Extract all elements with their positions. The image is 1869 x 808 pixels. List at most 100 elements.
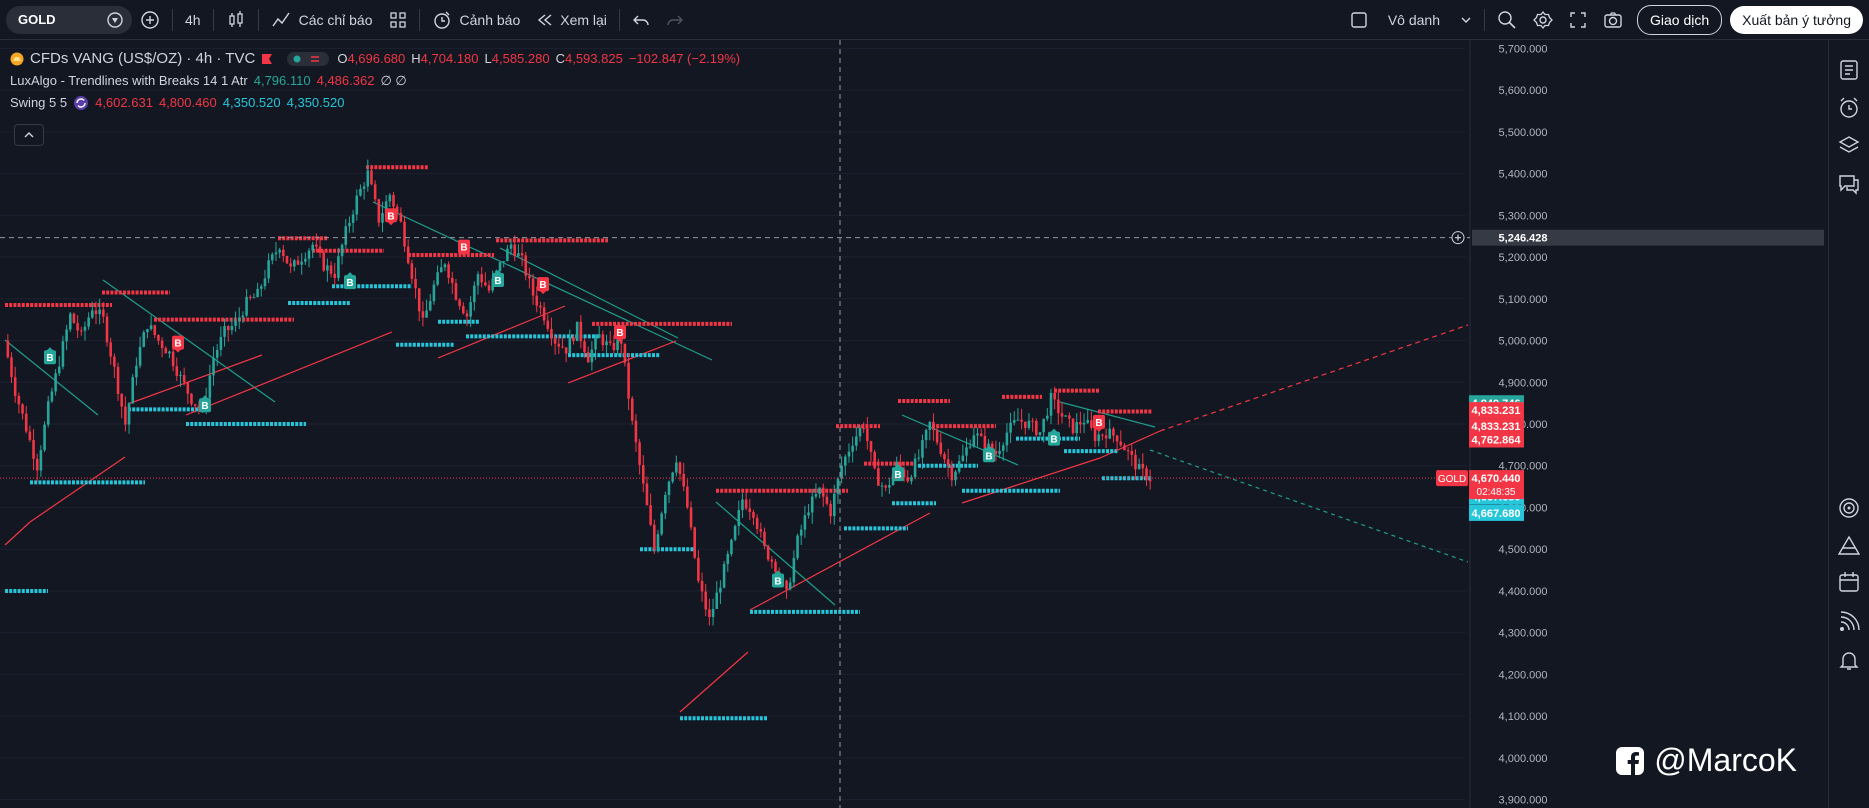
candle-body [46, 401, 50, 425]
candle-body [998, 450, 1001, 455]
indicators-label: Các chỉ báo [298, 11, 373, 28]
candle-body [388, 194, 392, 202]
candle-body [829, 503, 832, 517]
alert-button[interactable]: Cảnh báo [424, 5, 529, 35]
interval-button[interactable]: 4h [177, 5, 209, 35]
candle-body [226, 326, 230, 331]
compare-icon[interactable] [106, 11, 124, 29]
toolbar-divider [1484, 8, 1485, 31]
chevron-down-icon [1460, 14, 1472, 26]
label-text: B [539, 280, 546, 291]
candle-body [623, 343, 627, 363]
indicator-row-swing[interactable]: Swing 5 5 4,602.631 4,800.460 4,350.520 … [10, 92, 740, 114]
candle-body [689, 507, 693, 528]
candle-body [83, 326, 87, 331]
candle-body [61, 341, 65, 367]
indicator-row-trendlines[interactable]: LuxAlgo - Trendlines with Breaks 14 1 At… [10, 70, 740, 92]
candle-body [884, 485, 887, 488]
layout-button[interactable]: Vô danh [1342, 5, 1480, 35]
candle-body [1012, 420, 1016, 423]
candle-body [711, 608, 715, 618]
candle-body [763, 531, 766, 546]
candle-body [315, 244, 318, 247]
candle-body [135, 365, 138, 378]
watchlist-icon[interactable] [1837, 58, 1861, 82]
candle-body [737, 510, 741, 526]
legend-main-row[interactable]: CFDs VANG (US$/OZ) · 4h · TVC O 4,696.680… [10, 48, 740, 70]
templates-button[interactable] [381, 5, 415, 35]
quick-search-button[interactable] [1489, 5, 1525, 35]
candle-body [520, 253, 524, 256]
candle-body [344, 226, 348, 245]
candle-body [377, 199, 381, 223]
candle-body [943, 454, 946, 460]
chart-type-button[interactable] [218, 5, 254, 35]
candle-body [542, 307, 546, 321]
breakout-label: B [537, 277, 549, 295]
redo-button[interactable] [658, 5, 692, 35]
alarm-icon[interactable] [1837, 96, 1861, 120]
candle-body [109, 342, 112, 357]
candle-body [366, 170, 370, 187]
candle-body [484, 282, 487, 286]
undo-button[interactable] [624, 5, 658, 35]
publish-idea-button[interactable]: Xuất bản ý tưởng [1730, 5, 1863, 34]
candle-body [858, 428, 862, 437]
indicators-button[interactable]: Các chỉ báo [263, 5, 381, 35]
calendar-icon[interactable] [1837, 570, 1861, 594]
candle-body [671, 472, 674, 482]
candle-body [6, 340, 10, 358]
flag-icon[interactable] [261, 53, 273, 65]
close-label: C [555, 51, 565, 66]
layers-icon[interactable] [1837, 134, 1861, 158]
candle-body [1115, 435, 1119, 442]
candle-body [862, 428, 865, 430]
square-icon [1350, 11, 1368, 29]
candle-body [182, 375, 186, 383]
chat-icon[interactable] [1837, 172, 1861, 196]
price-chart[interactable]: 5,700.000 5,600.000 5,500.000 5,400.000 5,30… [0, 40, 1829, 808]
fullscreen-button[interactable] [1561, 5, 1595, 35]
candle-body [594, 337, 597, 350]
candle-body [748, 508, 752, 513]
candle-body [557, 343, 561, 347]
candle-body [759, 528, 763, 532]
candle-body [627, 362, 630, 399]
candle-body [744, 499, 748, 509]
candle-body [1023, 421, 1027, 428]
indicator-value: 4,796.110 [253, 73, 311, 88]
candle-body [304, 258, 307, 262]
breakout-label: B [44, 347, 56, 365]
candle-body [968, 446, 972, 448]
symbol-search[interactable]: GOLD [6, 5, 132, 34]
candle-body [616, 339, 619, 351]
candle-body [296, 260, 300, 265]
candle-body [131, 377, 135, 404]
trade-button[interactable]: Giao dịch [1637, 4, 1723, 35]
snapshot-button[interactable] [1595, 5, 1631, 35]
zoom-icon [1497, 10, 1517, 30]
broadcast-icon[interactable] [1837, 610, 1861, 634]
candle-body [1123, 445, 1126, 451]
candle-body [1090, 420, 1093, 428]
collapse-legend-button[interactable] [14, 124, 44, 146]
trendline [29, 456, 126, 523]
notification-bell-icon[interactable] [1837, 648, 1861, 672]
pyramid-icon[interactable] [1837, 534, 1861, 558]
candle-body [447, 264, 450, 278]
replay-button[interactable]: Xem lại [528, 5, 615, 35]
candle-body [722, 564, 726, 588]
candle-body [638, 442, 641, 465]
settings-button[interactable] [1525, 5, 1561, 35]
candle-body [164, 348, 168, 354]
add-symbol-button[interactable] [132, 5, 168, 35]
label-text: B [1050, 435, 1057, 446]
candle-body [814, 494, 818, 497]
candle-body [877, 468, 880, 486]
target-icon[interactable] [1837, 496, 1861, 520]
trendline [127, 354, 263, 405]
price-tick-label: 4,000.000 [1499, 753, 1548, 765]
candle-body [127, 403, 131, 425]
candle-body [13, 377, 17, 396]
candle-body [94, 310, 98, 315]
